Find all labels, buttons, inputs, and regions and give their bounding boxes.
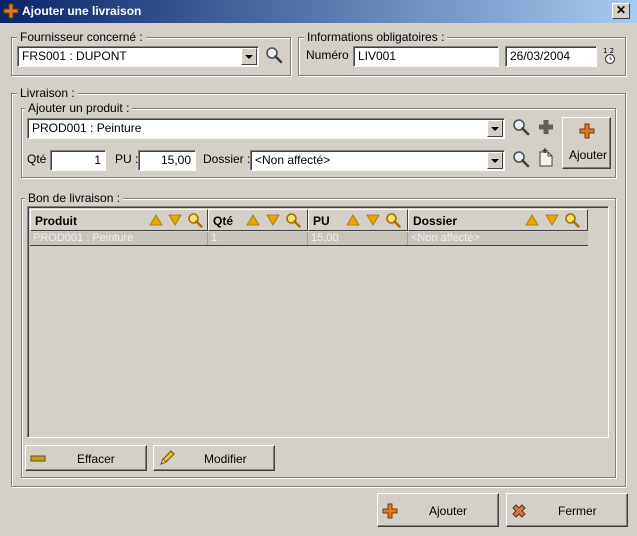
column-header-label: Qté — [213, 214, 234, 228]
sort-descending-icon[interactable] — [545, 213, 559, 227]
close-x-icon — [511, 503, 527, 519]
plus-icon[interactable] — [537, 118, 555, 136]
fournisseur-select[interactable]: FRS001 : DUPONT — [17, 46, 259, 67]
new-document-icon[interactable] — [537, 148, 555, 168]
sort-ascending-icon[interactable] — [246, 213, 260, 227]
ajouter-produit-legend: Ajouter un produit : — [25, 101, 133, 115]
plus-icon — [579, 123, 595, 139]
column-header-label: PU — [313, 214, 330, 228]
produit-select-value: PROD001 : Peinture — [32, 121, 142, 135]
svg-text:1 2: 1 2 — [603, 47, 614, 55]
ajouter-livraison-button[interactable]: Ajouter — [377, 493, 499, 527]
column-header-qte[interactable]: Qté — [208, 209, 308, 231]
table-cell-pu: 15,00 — [308, 232, 408, 245]
fermer-button[interactable]: Fermer — [506, 493, 628, 527]
modifier-button-label: Modifier — [204, 452, 247, 466]
numero-label: Numéro : — [306, 48, 356, 62]
fermer-button-label: Fermer — [558, 504, 597, 518]
pencil-icon — [158, 449, 176, 467]
column-header-produit[interactable]: Produit — [30, 209, 208, 231]
search-icon[interactable] — [564, 212, 580, 228]
produit-select[interactable]: PROD001 : Peinture — [27, 118, 505, 139]
table-cell-dossier: <Non affecté> — [411, 232, 480, 244]
pu-label: PU : — [115, 152, 139, 166]
effacer-button[interactable]: Effacer — [25, 445, 147, 471]
search-icon[interactable] — [285, 212, 301, 228]
search-icon[interactable] — [512, 150, 530, 168]
plus-icon — [3, 3, 19, 19]
dossier-select[interactable]: <Non affecté> — [250, 150, 505, 171]
search-icon[interactable] — [512, 118, 530, 136]
window-title: Ajouter une livraison — [22, 4, 142, 18]
sort-descending-icon[interactable] — [366, 213, 380, 227]
modifier-button[interactable]: Modifier — [153, 445, 275, 471]
column-header-pu[interactable]: PU — [308, 209, 408, 231]
sort-ascending-icon[interactable] — [149, 213, 163, 227]
bon-livraison-table[interactable]: Produit Qté PU Dossier PROD001 : Peintur… — [27, 206, 609, 438]
fournisseur-select-value: FRS001 : DUPONT — [22, 49, 127, 63]
column-header-label: Dossier — [413, 214, 458, 228]
effacer-button-label: Effacer — [77, 452, 115, 466]
ajouter-livraison-button-label: Ajouter — [429, 504, 468, 518]
column-header-dossier[interactable]: Dossier — [408, 209, 588, 231]
sort-ascending-icon[interactable] — [525, 213, 539, 227]
eraser-icon — [30, 451, 46, 465]
date-input[interactable]: 26/03/2004 — [505, 46, 597, 67]
ajouter-produit-button[interactable]: Ajouter — [562, 117, 611, 169]
bon-livraison-legend: Bon de livraison : — [25, 191, 124, 205]
close-window-button[interactable]: ✕ — [612, 3, 630, 19]
pu-input[interactable]: 15,00 — [138, 150, 196, 171]
table-row[interactable]: PROD001 : Peinture 1 15,00 <Non affecté> — [30, 232, 588, 246]
chevron-down-icon[interactable] — [487, 152, 503, 169]
search-icon[interactable] — [187, 212, 203, 228]
search-icon[interactable] — [265, 46, 283, 64]
table-cell-qte: 1 — [208, 232, 308, 245]
qte-input[interactable]: 1 — [50, 150, 106, 171]
dossier-label: Dossier : — [203, 152, 251, 166]
ajouter-produit-button-label: Ajouter — [569, 148, 608, 162]
search-icon[interactable] — [385, 212, 401, 228]
livraison-legend: Livraison : — [17, 86, 78, 100]
column-header-label: Produit — [35, 214, 77, 228]
chevron-down-icon[interactable] — [487, 120, 503, 137]
table-cell-produit: PROD001 : Peinture — [30, 232, 208, 245]
sort-descending-icon[interactable] — [168, 213, 182, 227]
infos-legend: Informations obligatoires : — [304, 30, 448, 44]
sort-ascending-icon[interactable] — [346, 213, 360, 227]
numero-input[interactable]: LIV001 — [353, 46, 499, 67]
calendar-clock-icon[interactable]: 1 2 — [602, 45, 618, 65]
title-bar[interactable]: Ajouter une livraison ✕ — [0, 0, 637, 23]
fournisseur-legend: Fournisseur concerné : — [17, 30, 146, 44]
dossier-select-value: <Non affecté> — [255, 153, 331, 167]
sort-descending-icon[interactable] — [266, 213, 280, 227]
chevron-down-icon[interactable] — [241, 48, 257, 65]
plus-icon — [382, 503, 398, 519]
